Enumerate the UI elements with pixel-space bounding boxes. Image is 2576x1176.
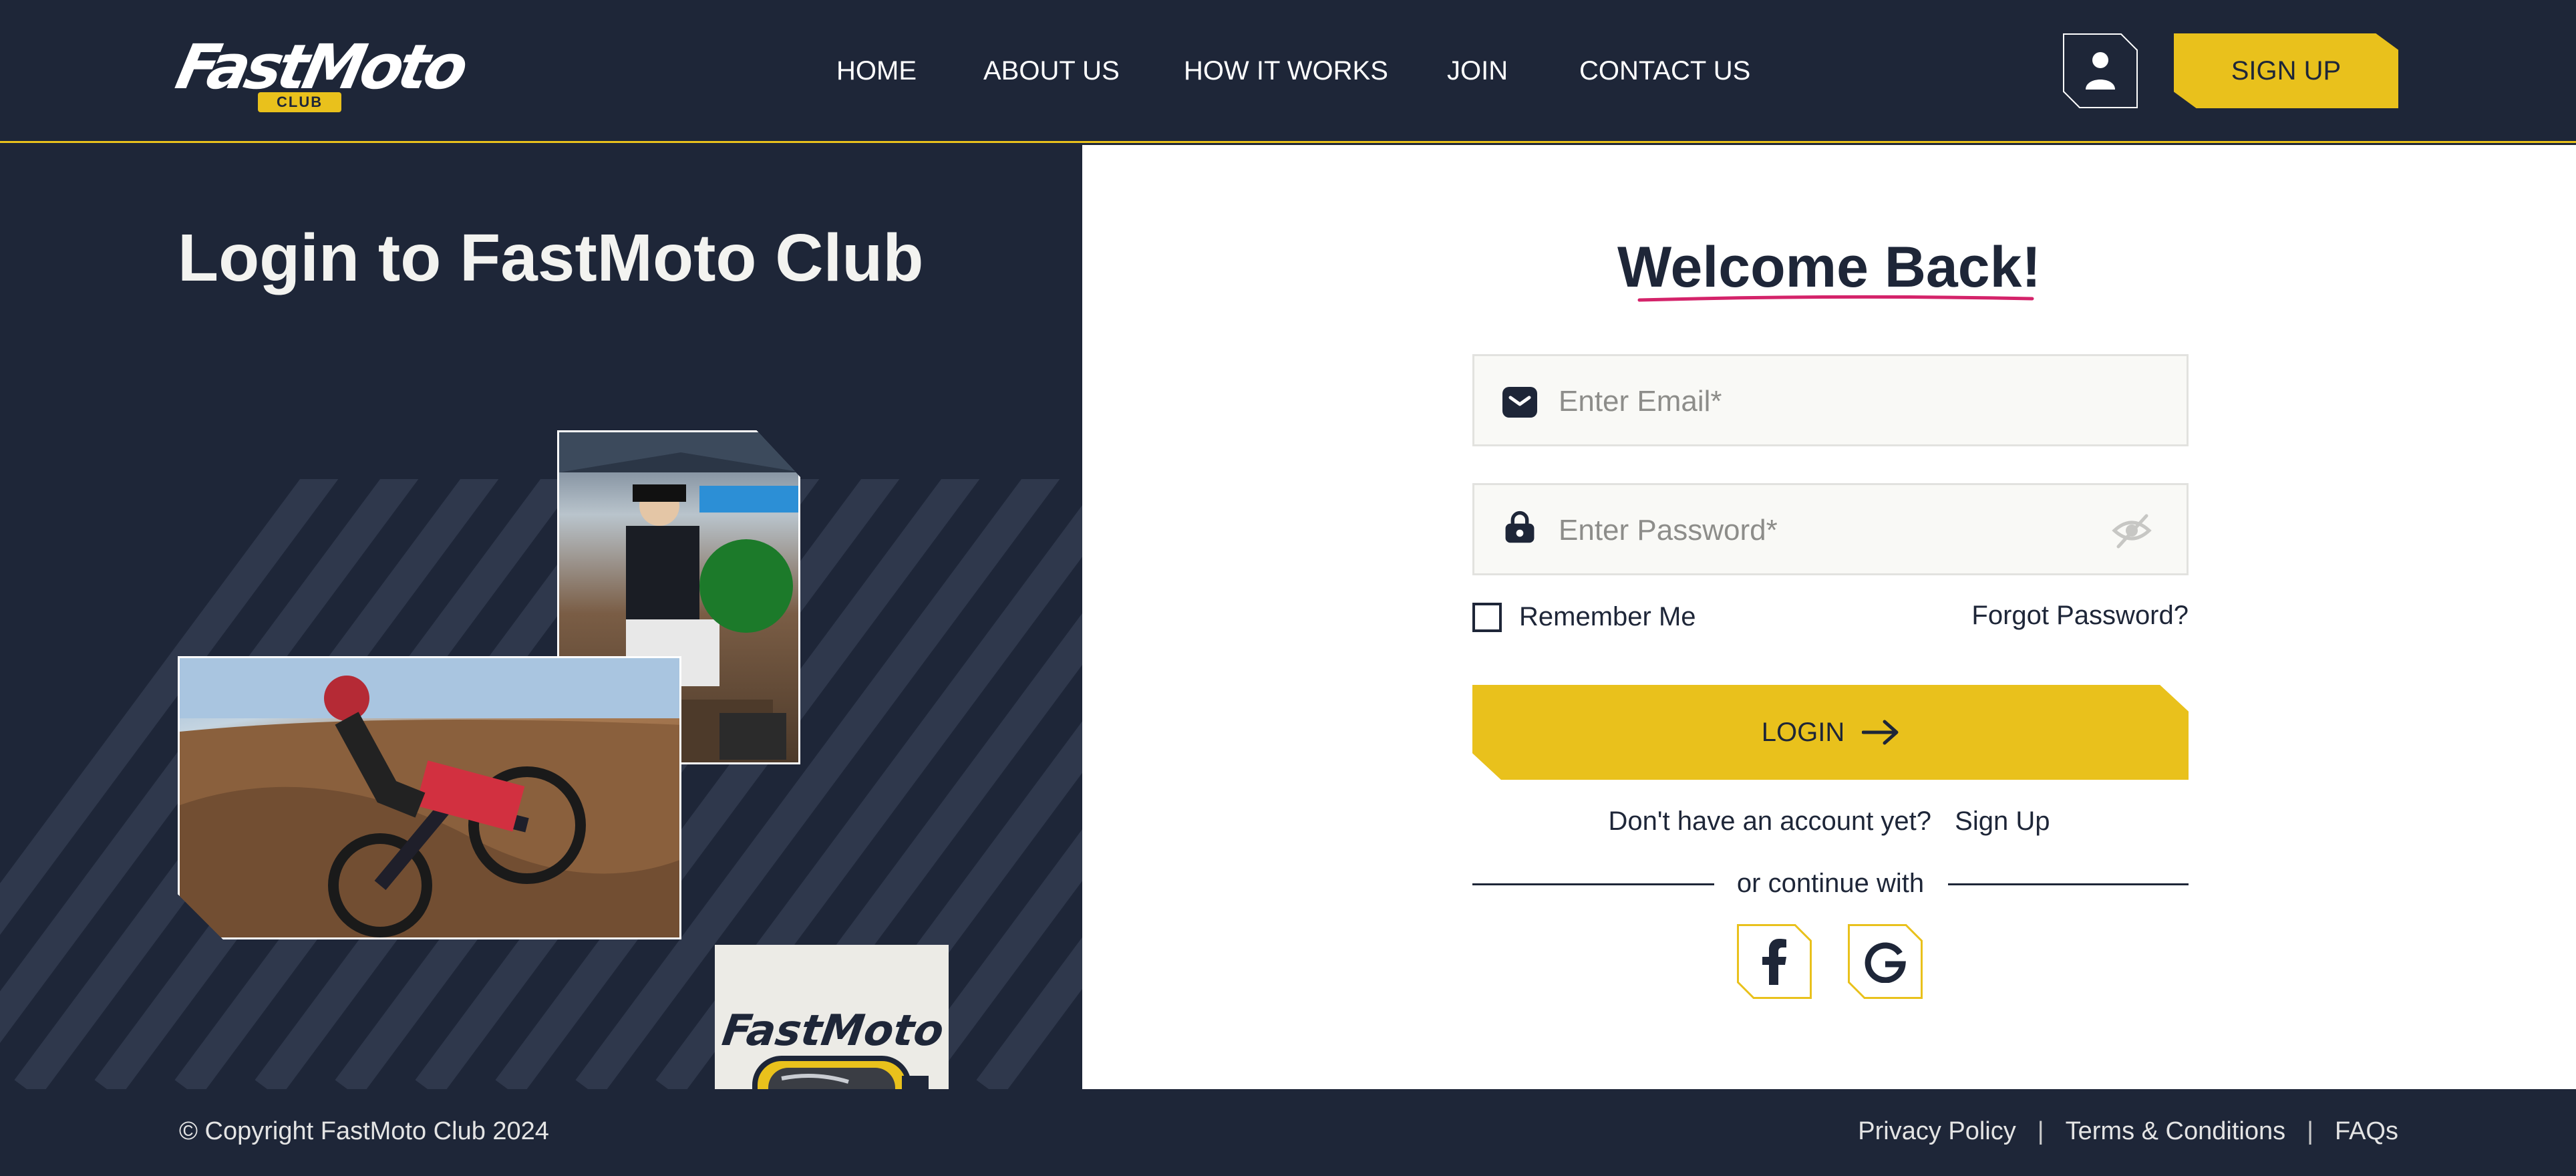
- email-field: [1472, 354, 2189, 446]
- email-input[interactable]: [1559, 376, 2106, 427]
- no-account-text: Don't have an account yet?: [1608, 806, 1932, 836]
- facebook-button-frame: [1737, 924, 1812, 999]
- terms-conditions-link[interactable]: Terms & Conditions: [2066, 1117, 2285, 1146]
- nav-item-contact-us[interactable]: CONTACT US: [1579, 56, 1750, 86]
- nav-item-how-it-works[interactable]: HOW IT WORKS: [1184, 56, 1388, 86]
- motocross-rider-photo: [178, 656, 681, 939]
- divider-text: or continue with: [1736, 869, 1925, 898]
- social-divider: or continue with: [1472, 867, 2189, 900]
- copyright-text: © Copyright FastMoto Club 2024: [179, 1117, 549, 1145]
- left-panel: Login to FastMoto Club FastMoto: [0, 145, 1082, 1089]
- forgot-password-link[interactable]: Forgot Password?: [1971, 601, 2189, 631]
- goggles-icon: [752, 1056, 929, 1089]
- footer-links: Privacy Policy | Terms & Conditions | FA…: [1858, 1117, 2398, 1146]
- nav-item-about-us[interactable]: ABOUT US: [983, 56, 1120, 86]
- faqs-link[interactable]: FAQs: [2335, 1117, 2398, 1146]
- login-button-label: LOGIN: [1761, 717, 1845, 747]
- site-header: FastMoto CLUB HOME ABOUT US HOW IT WORKS…: [0, 0, 2576, 143]
- password-field: [1472, 483, 2189, 575]
- login-panel: Welcome Back! Remember Me Forgot Passwor…: [1082, 145, 2576, 1089]
- heading-underline: [1637, 295, 2034, 302]
- welcome-heading: Welcome Back!: [1617, 235, 2042, 299]
- account-button-frame: [2063, 33, 2138, 108]
- remember-me-checkbox[interactable]: [1472, 602, 1502, 632]
- lock-icon: [1505, 510, 1535, 543]
- google-button-frame: [1848, 924, 1923, 999]
- privacy-policy-link[interactable]: Privacy Policy: [1858, 1117, 2016, 1146]
- mail-icon: [1502, 387, 1537, 418]
- nav-item-home[interactable]: HOME: [836, 56, 917, 86]
- page-title: Login to FastMoto Club: [178, 220, 924, 295]
- eye-slash-icon[interactable]: [2112, 512, 2152, 549]
- password-input[interactable]: [1559, 505, 2106, 556]
- site-footer: © Copyright FastMoto Club 2024 Privacy P…: [0, 1089, 2576, 1176]
- signup-prompt: Don't have an account yet? Sign Up: [1082, 806, 2576, 837]
- logo-tile-wordmark: FastMoto: [719, 1006, 947, 1056]
- nav-item-join[interactable]: JOIN: [1447, 56, 1508, 86]
- signup-link[interactable]: Sign Up: [1955, 806, 2050, 836]
- remember-me-label: Remember Me: [1519, 602, 1696, 631]
- footer-separator: |: [2037, 1117, 2044, 1145]
- arrow-right-icon: [1862, 720, 1899, 745]
- header-signup-button[interactable]: SIGN UP: [2174, 33, 2398, 108]
- logo-club-badge: CLUB: [258, 92, 342, 112]
- footer-separator: |: [2307, 1117, 2313, 1145]
- remember-me[interactable]: Remember Me: [1472, 602, 1696, 632]
- club-logo-tile: FastMoto: [715, 945, 949, 1089]
- login-button[interactable]: LOGIN: [1472, 685, 2189, 780]
